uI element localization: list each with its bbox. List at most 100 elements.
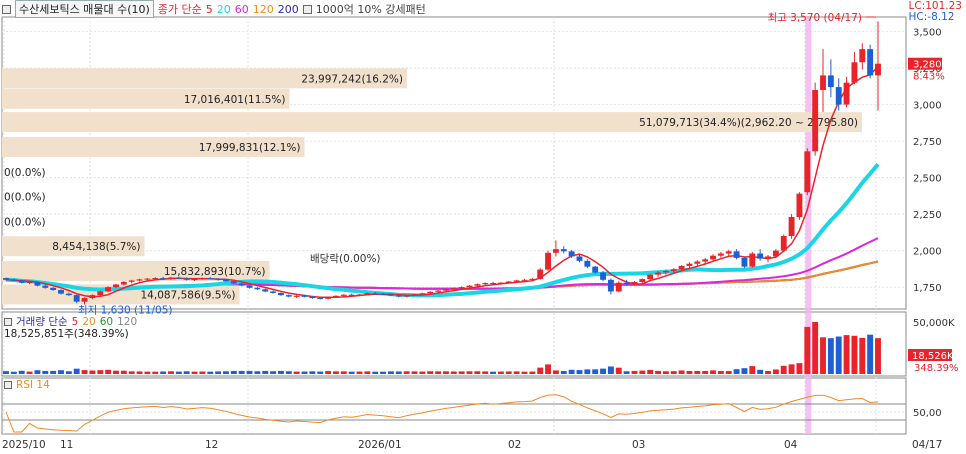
- volume-badge-change: 348.39%: [914, 363, 959, 374]
- price-axis-tick: 2,000: [913, 247, 942, 258]
- price-panel-header: 수산세보틱스 매물대 수(10) 종가 단순 5 20 60 120 200 1…: [2, 0, 426, 18]
- candle-body: [835, 87, 842, 105]
- candle-body: [285, 295, 292, 297]
- volume-bar: [450, 371, 457, 374]
- candle-body: [717, 253, 724, 256]
- candle-body: [144, 278, 151, 280]
- volume-bar: [482, 371, 489, 374]
- candle-body: [152, 278, 159, 280]
- candle-body: [435, 290, 442, 292]
- collapse-toggle-icon[interactable]: [2, 4, 11, 14]
- ma-title[interactable]: 종가 단순: [158, 1, 202, 17]
- stock-name[interactable]: 수산세보틱스 매물대 수(10): [15, 0, 154, 18]
- volume-bar: [765, 371, 771, 374]
- volume-bar: [576, 370, 583, 374]
- candle-body: [623, 282, 630, 285]
- candle-body: [113, 284, 119, 288]
- date-axis-label: 03: [632, 439, 645, 451]
- ma-60[interactable]: 60: [235, 3, 249, 16]
- volume-toggle-icon[interactable]: [4, 317, 12, 326]
- date-axis-label: 04/17: [912, 439, 942, 451]
- volume-bar: [395, 371, 402, 374]
- candle-body: [694, 261, 701, 264]
- rsi-panel-header: RSI 14: [4, 379, 50, 391]
- volume-bar: [183, 371, 190, 374]
- candle-body: [42, 285, 49, 288]
- candle-body: [58, 290, 64, 294]
- rsi-title[interactable]: RSI 14: [16, 379, 50, 391]
- candle-body: [725, 251, 732, 254]
- candle-body: [875, 63, 881, 76]
- rsi-axis-tick: 50,00: [913, 408, 942, 419]
- volume-bar: [89, 370, 96, 374]
- candle-body: [97, 291, 104, 296]
- volume-bar: [18, 370, 25, 374]
- candle-body: [411, 294, 418, 296]
- price-axis-tick: 3,500: [913, 28, 942, 39]
- volume-bar: [10, 371, 17, 374]
- candle-body: [309, 296, 316, 299]
- volume-bar: [246, 370, 253, 374]
- candle-body: [262, 289, 269, 292]
- candle-body: [867, 49, 874, 76]
- candle-body: [372, 293, 379, 295]
- candle-body: [545, 252, 551, 270]
- volume-bar: [772, 369, 779, 374]
- candle-body: [647, 274, 654, 280]
- candle-body: [278, 292, 284, 296]
- ma-5[interactable]: 5: [206, 3, 213, 16]
- volume-bar: [631, 370, 638, 374]
- volume-bar: [238, 370, 245, 374]
- volume-bar: [474, 371, 481, 374]
- candle-body: [529, 278, 536, 280]
- candle-body: [497, 282, 504, 284]
- candle-body: [270, 291, 277, 293]
- volume-bar: [136, 371, 143, 374]
- candle-body: [576, 256, 583, 261]
- candle-body: [615, 282, 622, 292]
- candle-body: [804, 151, 811, 193]
- volume-bar: [73, 368, 80, 374]
- volume-bar: [58, 370, 64, 374]
- rsi-toggle-icon[interactable]: [4, 381, 12, 389]
- volume-bar: [199, 371, 206, 374]
- candle-body: [419, 293, 426, 295]
- candle-body: [710, 255, 716, 260]
- candle-body: [631, 281, 638, 285]
- volume-bar: [309, 371, 316, 374]
- candle-body: [356, 294, 363, 296]
- ma-200[interactable]: 200: [278, 3, 299, 16]
- volume-bar: [796, 363, 803, 374]
- volume-bar: [175, 371, 182, 374]
- volume-bar: [285, 371, 292, 374]
- pattern-toggle-icon[interactable]: [302, 4, 312, 14]
- candle-body: [160, 278, 167, 280]
- volume-bar: [81, 370, 88, 374]
- volume-bar: [851, 335, 858, 374]
- candle-body: [364, 293, 371, 295]
- volume-bar: [859, 337, 866, 374]
- candle-body: [466, 285, 473, 288]
- pattern-label[interactable]: 1000억 10% 강세패턴: [316, 1, 426, 17]
- volume-bar: [144, 371, 151, 374]
- ma-120[interactable]: 120: [253, 3, 274, 16]
- stock-chart: 3,5003,2503,0002,7502,5002,2502,0001,750…: [1, 12, 959, 451]
- ma-20[interactable]: 20: [217, 3, 231, 16]
- volume-bar: [843, 335, 850, 374]
- volume-bar: [65, 371, 72, 374]
- volume-bar: [820, 337, 826, 374]
- lc-hc-tags: LC:101.23 HC:-8.12: [909, 1, 962, 23]
- volume-bar: [875, 338, 881, 374]
- volume-bar: [293, 371, 300, 374]
- volume-bar: [513, 371, 520, 374]
- candle-body: [749, 253, 756, 267]
- candle-body: [741, 257, 748, 267]
- candle-body: [120, 281, 127, 285]
- volume-bar: [42, 370, 49, 374]
- volume-bar: [867, 334, 874, 374]
- candle-body: [482, 283, 489, 285]
- candle-body: [380, 293, 387, 295]
- volume-bar: [230, 370, 237, 374]
- candle-body: [427, 291, 434, 294]
- volume-profile-label: 15,832,893(10.7%): [164, 266, 266, 278]
